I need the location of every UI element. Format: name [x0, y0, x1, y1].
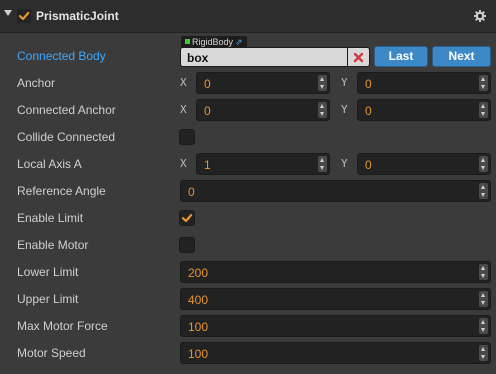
anchor-x-label: X [180, 76, 187, 89]
rigidbody-tag-text: RigidBody [192, 37, 234, 47]
node-type-icon [185, 39, 190, 44]
anchor-y-label: Y [341, 76, 348, 89]
connected-anchor-label: Connected Anchor [17, 103, 116, 117]
component-enabled-checkbox[interactable] [17, 9, 31, 23]
local-axis-a-x-input[interactable]: 1 [196, 153, 330, 175]
local-axis-a-label: Local Axis A [17, 157, 82, 171]
local-axis-a-y-value: 0 [365, 158, 372, 172]
max-motor-force-label: Max Motor Force [17, 319, 108, 333]
enable-motor-label: Enable Motor [17, 238, 89, 252]
motor-speed-label: Motor Speed [17, 346, 86, 360]
anchor-y-input[interactable]: 0 [357, 72, 491, 94]
upper-limit-stepper[interactable] [479, 291, 488, 307]
motor-speed-stepper[interactable] [479, 345, 488, 361]
component-header[interactable]: PrismaticJoint [0, 0, 496, 33]
local-axis-a-y-stepper[interactable] [479, 156, 488, 172]
reference-angle-label: Reference Angle [17, 184, 106, 198]
lower-limit-label: Lower Limit [17, 265, 79, 279]
upper-limit-label: Upper Limit [17, 292, 79, 306]
anchor-y-value: 0 [365, 77, 372, 91]
close-icon [353, 52, 364, 63]
enable-limit-checkbox[interactable] [179, 210, 195, 226]
motor-speed-input[interactable]: 100 [180, 342, 491, 364]
connected-anchor-x-input[interactable]: 0 [196, 99, 330, 121]
gear-icon[interactable] [474, 10, 486, 22]
max-motor-force-input[interactable]: 100 [180, 315, 491, 337]
max-motor-force-stepper[interactable] [479, 318, 488, 334]
local-axis-a-x-label: X [180, 157, 187, 170]
reference-angle-input[interactable]: 0 [180, 180, 491, 202]
upper-limit-input[interactable]: 400 [180, 288, 491, 310]
last-button[interactable]: Last [374, 46, 428, 67]
max-motor-force-value: 100 [188, 320, 209, 334]
anchor-x-stepper[interactable] [318, 75, 327, 91]
prismatic-joint-panel: PrismaticJoint Connected Body RigidBody ⇗… [0, 0, 496, 374]
collide-connected-checkbox[interactable] [179, 129, 195, 145]
component-title: PrismaticJoint [36, 9, 119, 23]
lower-limit-stepper[interactable] [479, 264, 488, 280]
external-link-icon[interactable]: ⇗ [235, 37, 243, 47]
anchor-x-input[interactable]: 0 [196, 72, 330, 94]
connected-anchor-x-label: X [180, 103, 187, 116]
local-axis-a-x-stepper[interactable] [318, 156, 327, 172]
next-button[interactable]: Next [432, 46, 491, 67]
connected-anchor-y-input[interactable]: 0 [357, 99, 491, 121]
fold-arrow-icon[interactable] [4, 10, 12, 16]
checkmark-icon [18, 11, 30, 21]
upper-limit-value: 400 [188, 293, 209, 307]
enable-motor-checkbox[interactable] [179, 237, 195, 253]
enable-limit-label: Enable Limit [17, 211, 84, 225]
anchor-x-value: 0 [204, 77, 211, 91]
connected-body-value: box [187, 51, 209, 65]
connected-body-label: Connected Body [17, 49, 106, 63]
lower-limit-value: 200 [188, 266, 209, 280]
local-axis-a-x-value: 1 [204, 158, 211, 172]
connected-anchor-y-label: Y [341, 103, 348, 116]
connected-anchor-x-stepper[interactable] [318, 102, 327, 118]
anchor-y-stepper[interactable] [479, 75, 488, 91]
connected-body-field[interactable]: box [180, 47, 348, 67]
connected-anchor-x-value: 0 [204, 104, 211, 118]
reference-angle-value: 0 [188, 185, 195, 199]
collide-connected-label: Collide Connected [17, 130, 116, 144]
checkmark-icon [181, 213, 193, 223]
motor-speed-value: 100 [188, 347, 209, 361]
connected-anchor-y-stepper[interactable] [479, 102, 488, 118]
anchor-label: Anchor [17, 76, 56, 90]
clear-connected-body-button[interactable] [348, 47, 370, 67]
connected-anchor-y-value: 0 [365, 104, 372, 118]
local-axis-a-y-input[interactable]: 0 [357, 153, 491, 175]
reference-angle-stepper[interactable] [479, 183, 488, 199]
local-axis-a-y-label: Y [341, 157, 348, 170]
lower-limit-input[interactable]: 200 [180, 261, 491, 283]
